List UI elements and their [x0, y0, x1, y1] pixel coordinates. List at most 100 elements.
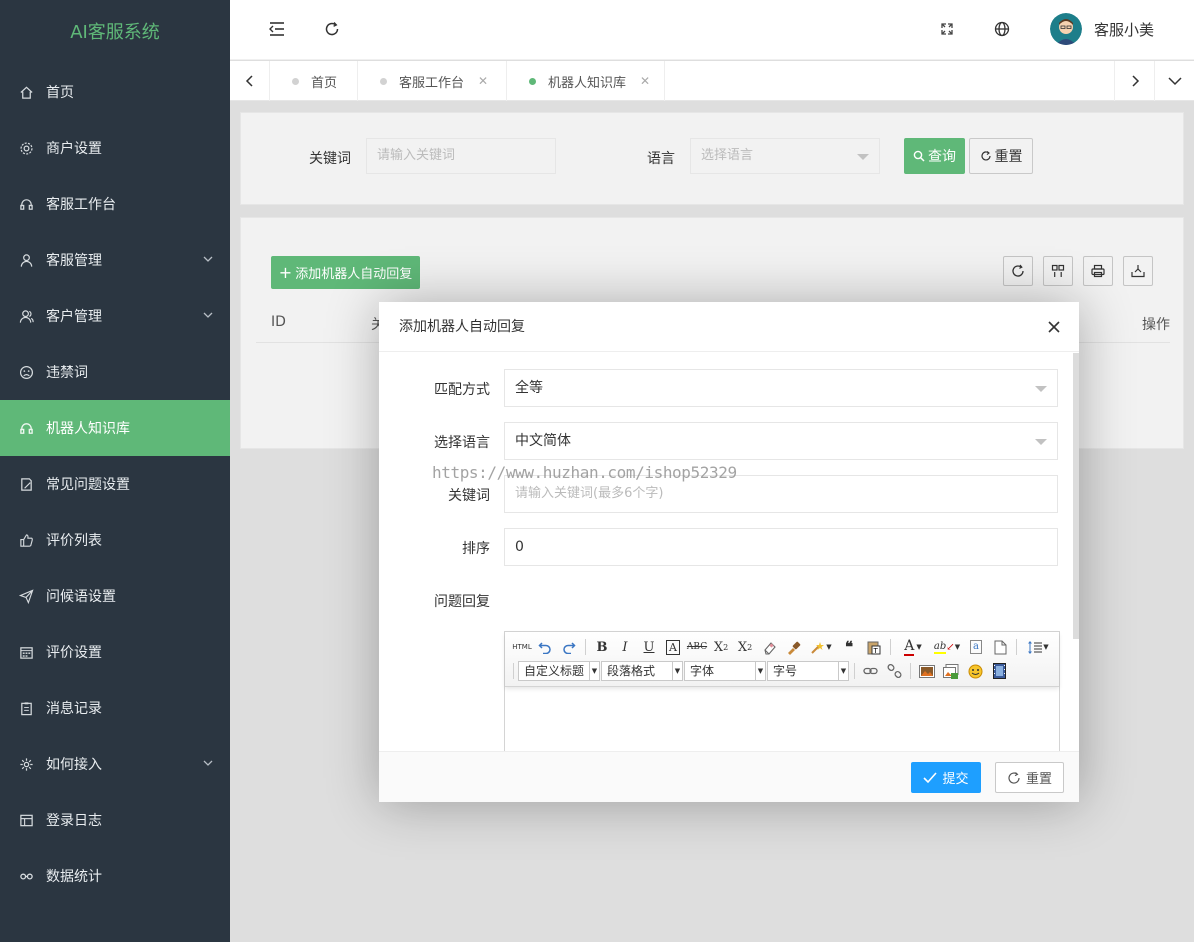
sort-input[interactable]: 0: [504, 528, 1058, 566]
bold-icon[interactable]: B: [592, 637, 612, 657]
sidebar-item-0[interactable]: 首页: [0, 64, 230, 120]
sidebar-item-10[interactable]: 评价设置: [0, 624, 230, 680]
faq-icon: [21, 477, 32, 491]
editor-content-area[interactable]: [505, 687, 1059, 751]
column-header-actions: 操作: [1142, 317, 1170, 333]
cog-icon: [20, 757, 33, 771]
tab-2[interactable]: 机器人知识库 ✕: [507, 61, 665, 101]
user-name[interactable]: 客服小美: [1094, 19, 1154, 40]
sidebar-item-14[interactable]: 数据统计: [0, 848, 230, 904]
subscript-icon[interactable]: X2: [735, 637, 755, 657]
tab-1[interactable]: 客服工作台 ✕: [358, 61, 507, 101]
superscript-icon[interactable]: X2: [711, 637, 731, 657]
font-size-select-label: 字号: [773, 664, 798, 678]
select-language-label: 选择语言: [434, 435, 490, 451]
calendar-icon: [20, 646, 33, 659]
sidebar-item-4[interactable]: 客户管理: [0, 288, 230, 344]
sidebar-item-2[interactable]: 客服工作台: [0, 176, 230, 232]
language-select[interactable]: 选择语言: [690, 138, 880, 174]
language-select-field[interactable]: 中文简体: [504, 422, 1058, 460]
watermark: https://www.huzhan.com/ishop52329: [432, 463, 737, 482]
paragraph-format-select-label: 段落格式: [607, 664, 656, 678]
add-robot-reply-button[interactable]: + 添加机器人自动回复: [271, 256, 420, 289]
eraser-icon[interactable]: [759, 637, 779, 657]
tab-0[interactable]: 首页: [270, 61, 358, 101]
custom-heading-select[interactable]: 自定义标题 ▼: [518, 661, 600, 681]
line-height-icon[interactable]: ▼: [1023, 637, 1053, 657]
table-refresh-button[interactable]: [1003, 256, 1033, 286]
strikethrough-icon[interactable]: ABC: [687, 637, 707, 657]
background-color-icon[interactable]: ab ↙ ▼: [932, 637, 962, 657]
table-columns-button[interactable]: [1043, 256, 1073, 286]
sidebar-item-8[interactable]: 评价列表: [0, 512, 230, 568]
form-reset-button[interactable]: 重置: [995, 762, 1064, 793]
tab-scroll-right-button[interactable]: [1114, 61, 1154, 101]
format-brush-icon[interactable]: [783, 637, 803, 657]
underline-icon[interactable]: U: [639, 637, 659, 657]
table-print-button[interactable]: [1083, 256, 1113, 286]
sidebar-item-5[interactable]: 违禁词: [0, 344, 230, 400]
sidebar-item-label: 常见问题设置: [46, 477, 130, 493]
unlink-icon[interactable]: [884, 661, 904, 681]
insert-video-icon[interactable]: [989, 661, 1009, 681]
sidebar-item-label: 首页: [46, 85, 74, 101]
clear-doc-icon[interactable]: [990, 637, 1010, 657]
paste-plain-icon[interactable]: T: [863, 637, 883, 657]
dropdown-arrow-icon: [1035, 386, 1047, 392]
table-export-button[interactable]: [1123, 256, 1153, 286]
toolbar-separator: [513, 663, 514, 679]
reply-label: 问题回复: [434, 594, 490, 610]
emoji-icon[interactable]: [965, 661, 985, 681]
paragraph-format-select[interactable]: 段落格式 ▼: [601, 661, 683, 681]
dialog-scrollbar[interactable]: [1073, 353, 1079, 639]
sidebar-item-9[interactable]: 问候语设置: [0, 568, 230, 624]
chevron-right-icon: [1131, 75, 1139, 87]
query-button[interactable]: 查询: [904, 138, 965, 174]
keyword-input[interactable]: 请输入关键词: [366, 138, 556, 174]
log-icon: [20, 814, 33, 826]
match-mode-label: 匹配方式: [434, 382, 490, 398]
dropdown-arrow-icon: ▼: [672, 662, 682, 680]
add-robot-reply-label: 添加机器人自动回复: [295, 267, 413, 282]
dropdown-arrow-icon: [857, 154, 869, 160]
column-header-id: ID: [271, 314, 286, 330]
match-mode-select[interactable]: 全等: [504, 369, 1058, 407]
sidebar-item-13[interactable]: 登录日志: [0, 792, 230, 848]
tab-menu-button[interactable]: [1154, 61, 1194, 101]
link-icon[interactable]: [860, 661, 880, 681]
html-source-button[interactable]: HTML: [510, 637, 534, 657]
dropdown-arrow-icon: ▼: [755, 662, 765, 680]
sidebar-item-6[interactable]: 机器人知识库: [0, 400, 230, 456]
avatar[interactable]: [1050, 13, 1082, 45]
select-all-icon[interactable]: a: [966, 637, 986, 657]
menu-fold-icon[interactable]: [268, 20, 286, 38]
language-globe-icon[interactable]: [993, 20, 1011, 38]
insert-multi-image-icon[interactable]: [941, 661, 961, 681]
sidebar-item-12[interactable]: 如何接入: [0, 736, 230, 792]
insert-image-icon[interactable]: [917, 661, 937, 681]
chevron-down-icon: [203, 760, 213, 766]
blockquote-icon[interactable]: ❝: [839, 637, 859, 657]
refresh-icon[interactable]: [323, 20, 341, 38]
undo-icon[interactable]: [535, 637, 555, 657]
fullscreen-icon[interactable]: [938, 20, 956, 38]
tab-scroll-left-button[interactable]: [230, 61, 270, 101]
font-family-select[interactable]: 字体 ▼: [684, 661, 766, 681]
sidebar-item-1[interactable]: 商户设置: [0, 120, 230, 176]
font-size-select[interactable]: 字号 ▼: [767, 661, 849, 681]
font-border-icon[interactable]: A: [663, 637, 683, 657]
sidebar-item-7[interactable]: 常见问题设置: [0, 456, 230, 512]
reset-icon: [980, 151, 991, 161]
redo-icon[interactable]: [559, 637, 579, 657]
tab-close-icon[interactable]: ✕: [478, 74, 488, 88]
tab-close-icon[interactable]: ✕: [640, 74, 650, 88]
auto-typeset-icon[interactable]: ▼: [807, 637, 835, 657]
font-color-icon[interactable]: A ▼: [898, 637, 928, 657]
reset-button[interactable]: 重置: [969, 138, 1033, 174]
close-icon[interactable]: [1045, 318, 1063, 336]
submit-button[interactable]: 提交: [911, 762, 981, 793]
italic-icon[interactable]: I: [615, 637, 635, 657]
sidebar-item-11[interactable]: 消息记录: [0, 680, 230, 736]
toolbar-separator: [854, 663, 855, 679]
sidebar-item-3[interactable]: 客服管理: [0, 232, 230, 288]
